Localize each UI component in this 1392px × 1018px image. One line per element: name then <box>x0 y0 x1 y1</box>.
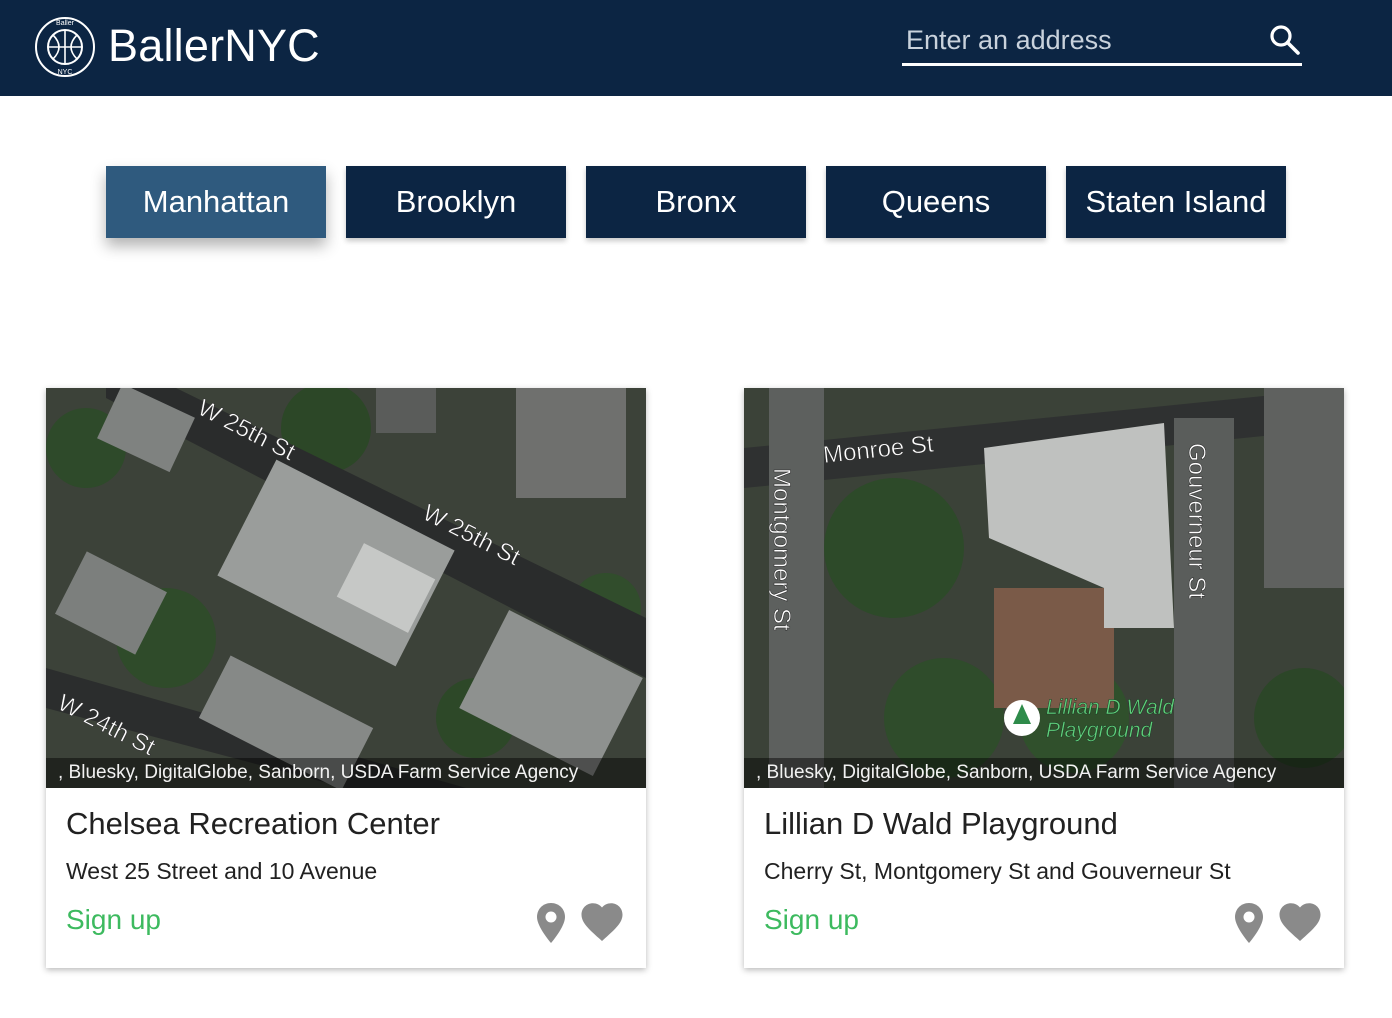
court-title: Chelsea Recreation Center <box>66 806 440 841</box>
court-address: West 25 Street and 10 Avenue <box>66 858 378 884</box>
logo-icon[interactable]: Baller NYC <box>34 16 96 78</box>
logo-top-text: Baller <box>56 20 75 27</box>
borough-button-bronx[interactable]: Bronx <box>586 166 806 238</box>
map-place-label: Playground <box>1046 719 1154 742</box>
heart-icon[interactable] <box>1278 902 1322 942</box>
sign-up-link[interactable]: Sign up <box>764 904 859 936</box>
court-address: Cherry St, Montgomery St and Gouverneur … <box>764 858 1231 884</box>
borough-button-brooklyn[interactable]: Brooklyn <box>346 166 566 238</box>
satellite-map-image[interactable]: W 25th St W 25th St W 24th St , Bluesky,… <box>46 388 646 788</box>
search-icon[interactable] <box>1268 23 1302 57</box>
map-pin-icon[interactable] <box>536 902 566 944</box>
address-search-input[interactable] <box>906 20 1256 60</box>
borough-button-staten-island[interactable]: Staten Island <box>1066 166 1286 238</box>
map-attribution: , Bluesky, DigitalGlobe, Sanborn, USDA F… <box>744 758 1344 788</box>
map-attribution: , Bluesky, DigitalGlobe, Sanborn, USDA F… <box>46 758 646 788</box>
logo-bottom-text: NYC <box>58 69 73 76</box>
heart-icon[interactable] <box>580 902 624 942</box>
court-card: Monroe St Montgomery St Gouverneur St Li… <box>744 388 1344 968</box>
map-pin-icon[interactable] <box>1234 902 1264 944</box>
court-card: W 25th St W 25th St W 24th St , Bluesky,… <box>46 388 646 968</box>
map-street-label: Gouverneur St <box>1183 443 1210 599</box>
court-title: Lillian D Wald Playground <box>764 806 1118 841</box>
brand-title[interactable]: BallerNYC <box>108 16 320 76</box>
borough-button-manhattan[interactable]: Manhattan <box>106 166 326 238</box>
search-bar <box>902 18 1302 66</box>
satellite-map-image[interactable]: Monroe St Montgomery St Gouverneur St Li… <box>744 388 1344 788</box>
borough-button-queens[interactable]: Queens <box>826 166 1046 238</box>
map-place-label: Lillian D Wald <box>1046 696 1175 719</box>
map-street-label: Montgomery St <box>768 468 795 631</box>
sign-up-link[interactable]: Sign up <box>66 904 161 936</box>
navbar: Baller NYC BallerNYC <box>0 0 1392 96</box>
